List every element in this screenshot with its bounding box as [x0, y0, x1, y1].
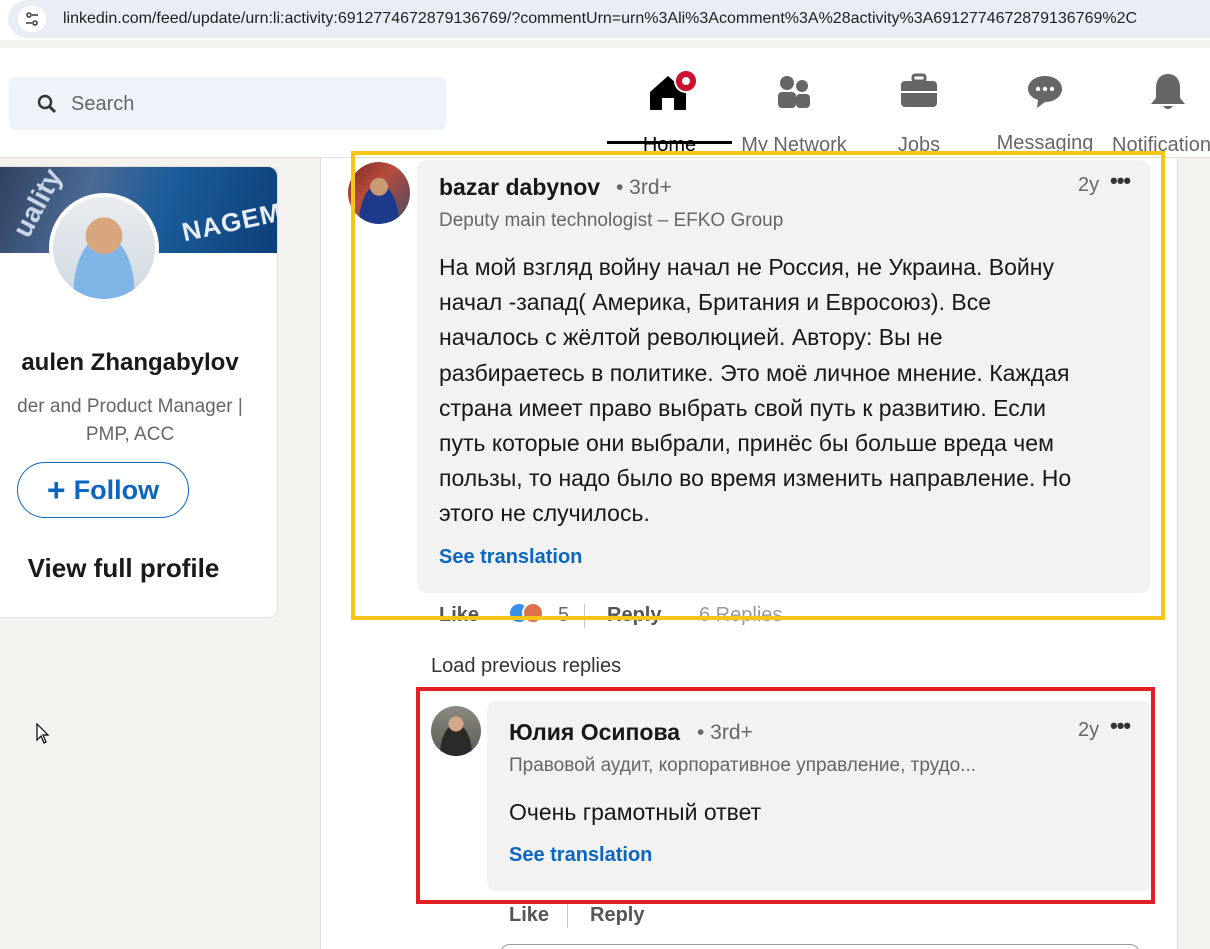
- nav-home-label: Home: [642, 134, 697, 156]
- follow-label: Follow: [73, 474, 160, 505]
- load-previous-replies-button[interactable]: Load previous replies: [431, 655, 621, 678]
- search-icon: [37, 94, 57, 114]
- reply-author-avatar[interactable]: [431, 706, 481, 756]
- reply-input-field[interactable]: [500, 944, 1140, 949]
- messaging-icon: [1028, 76, 1062, 108]
- network-icon: [778, 76, 810, 108]
- nav-messaging-label: Messaging: [996, 132, 1094, 154]
- nav-jobs-label: Jobs: [897, 134, 941, 156]
- comment-body-line: путь которые они выбрали, принёс бы боль…: [439, 430, 1054, 457]
- comment-body-line: начал -запад( Америка, Британия и Евросо…: [439, 289, 991, 316]
- comment-author-headline: Deputy main technologist – EFKO Group: [439, 210, 784, 231]
- nav-notifications-label: Notifications: [1112, 134, 1210, 156]
- nav-notifications[interactable]: Notifications: [1108, 68, 1210, 158]
- comment-body-line: этого не случилось.: [439, 500, 650, 527]
- address-field[interactable]: linkedin.com/feed/update/urn:li:activity…: [8, 0, 1210, 38]
- comment-body-line: страна имеет право выбрать свой путь к р…: [439, 394, 1046, 421]
- nav-active-underline: [607, 141, 732, 144]
- reply-reply-button[interactable]: Reply: [590, 904, 644, 927]
- follow-button[interactable]: + Follow: [17, 462, 189, 518]
- mouse-cursor-icon: [36, 723, 50, 744]
- comment-body: На мой взгляд войну начал не Россия, не …: [439, 250, 1139, 532]
- profile-headline-line1: der and Product Manager |: [17, 396, 243, 417]
- action-divider: [584, 604, 585, 628]
- comment-more-options-icon[interactable]: •••: [1110, 168, 1131, 194]
- reply-connection-degree: • 3rd+: [697, 721, 753, 744]
- comment-body-line: На мой взгляд войну начал не Россия, не …: [439, 254, 1054, 280]
- comment-reaction-count[interactable]: 5: [558, 604, 569, 627]
- nav-jobs[interactable]: Jobs: [869, 68, 969, 158]
- profile-name[interactable]: aulen Zhangabylov: [0, 349, 277, 377]
- reply-author-name[interactable]: Юлия Осипова: [509, 719, 680, 746]
- reply-author-headline: Правовой аудит, корпоративное управление…: [509, 755, 977, 776]
- comment-body-line: началось с жёлтой революцией. Автору: Вы…: [439, 324, 943, 351]
- comment-replies-count[interactable]: 6 Replies: [699, 604, 782, 627]
- reply-like-button[interactable]: Like: [509, 904, 549, 927]
- linkedin-header: Home My Network Jobs Messaging Notificat…: [0, 48, 1210, 158]
- author-profile-card: uality NAGEMEN aulen Zhangabylov der and…: [0, 166, 278, 618]
- nav-home[interactable]: Home: [607, 68, 732, 158]
- love-reaction-icon: [522, 602, 544, 624]
- comment-see-translation-link[interactable]: See translation: [439, 546, 582, 569]
- profile-avatar[interactable]: [49, 193, 159, 303]
- search-input[interactable]: [71, 91, 431, 117]
- search-box[interactable]: [9, 77, 446, 130]
- profile-headline: der and Product Manager | PMP, ACC: [0, 393, 277, 449]
- commenter-avatar[interactable]: [348, 162, 410, 224]
- url-text[interactable]: linkedin.com/feed/update/urn:li:activity…: [63, 10, 1137, 28]
- nav-my-network[interactable]: My Network: [734, 68, 854, 158]
- reply-more-options-icon[interactable]: •••: [1110, 713, 1131, 739]
- comment-like-button[interactable]: Like: [439, 604, 479, 627]
- comment-body-line: пользы, то надо было во время изменить н…: [439, 465, 1072, 492]
- comment-timestamp: 2y: [1078, 174, 1100, 196]
- comment-reply-button[interactable]: Reply: [607, 604, 661, 627]
- reaction-icons[interactable]: [508, 602, 548, 626]
- action-divider: [567, 904, 568, 928]
- reply-timestamp: 2y: [1078, 719, 1100, 741]
- nav-my-network-label: My Network: [741, 134, 847, 156]
- reply-see-translation-link[interactable]: See translation: [509, 844, 652, 867]
- bell-icon: [1151, 74, 1185, 109]
- home-icon: [649, 70, 698, 110]
- comment-connection-degree: • 3rd+: [616, 176, 672, 199]
- plus-icon: +: [46, 471, 66, 508]
- view-full-profile-link[interactable]: View full profile: [1, 553, 246, 584]
- site-info-icon[interactable]: [18, 6, 46, 32]
- profile-headline-line2: PMP, ACC: [85, 424, 175, 445]
- briefcase-icon: [901, 73, 937, 107]
- banner-text-management: NAGEMEN: [179, 188, 278, 248]
- browser-url-bar: linkedin.com/feed/update/urn:li:activity…: [0, 0, 1210, 40]
- comment-author-name[interactable]: bazar dabynov: [439, 174, 600, 201]
- nav-messaging[interactable]: Messaging: [989, 68, 1101, 158]
- reply-body: Очень грамотный ответ: [509, 799, 762, 825]
- comment-body-line: разбираетесь в политике. Это моё личное …: [439, 359, 1070, 386]
